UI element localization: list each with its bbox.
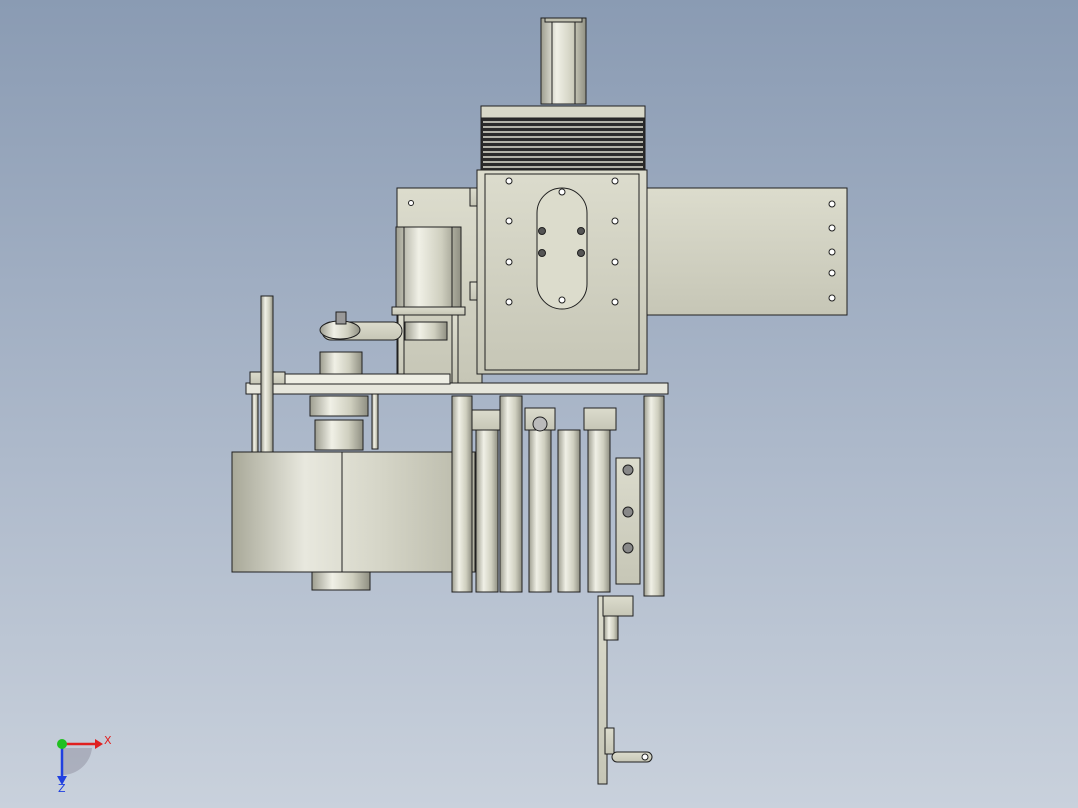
top-motor <box>540 17 587 105</box>
y-axis-dot <box>57 739 67 749</box>
x-axis-label: X <box>104 734 112 747</box>
cad-graphics-viewport[interactable]: X Z <box>0 0 1078 808</box>
cad-model-render[interactable]: X Z <box>0 0 1078 808</box>
main-slide-block <box>469 169 648 375</box>
z-axis-label: Z <box>58 782 66 795</box>
hanging-probe-arm <box>597 595 653 785</box>
bellows-cover <box>480 105 646 171</box>
cylinder-bank <box>451 395 665 597</box>
gearbox-housing <box>231 451 476 591</box>
right-arm-plate <box>639 187 848 316</box>
axis-triad: X Z <box>57 734 112 795</box>
